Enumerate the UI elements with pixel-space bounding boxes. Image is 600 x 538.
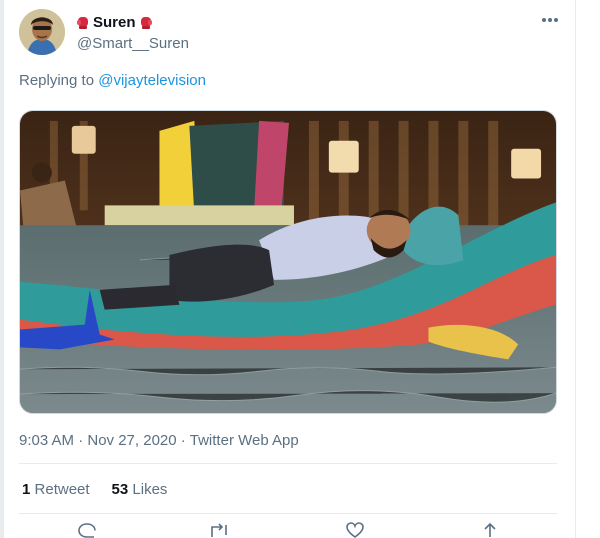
timeline-border	[575, 0, 576, 538]
photo-illustration	[20, 111, 556, 413]
tweet-timestamp[interactable]: 9:03 AM · Nov 27, 2020 ·	[19, 432, 186, 449]
retweets-count: 1	[22, 481, 31, 498]
like-icon[interactable]	[344, 521, 366, 538]
tweet-stats: 1 Retweet 53 Likes	[22, 481, 167, 498]
retweets-stat[interactable]: 1 Retweet	[22, 481, 90, 498]
author-display-name[interactable]: Suren	[93, 14, 136, 31]
likes-stat[interactable]: 53 Likes	[112, 481, 168, 498]
replying-to: Replying to @vijaytelevision	[19, 72, 206, 89]
boxing-glove-icon	[77, 16, 88, 29]
tweet-action-bar	[0, 521, 600, 538]
boxing-glove-icon	[140, 16, 152, 29]
avatar-image	[19, 9, 65, 55]
share-icon[interactable]	[479, 521, 501, 538]
retweet-icon[interactable]	[208, 521, 230, 538]
reply-icon[interactable]	[76, 521, 98, 538]
avatar[interactable]	[19, 9, 65, 55]
page-left-edge	[0, 0, 4, 538]
replying-to-handle-link[interactable]: @vijaytelevision	[98, 72, 206, 89]
tweet-media-photo[interactable]	[19, 110, 557, 414]
replying-to-prefix: Replying to	[19, 72, 95, 89]
more-options-icon[interactable]	[540, 13, 560, 27]
tweet-source[interactable]: Twitter Web App	[190, 432, 299, 449]
tweet-timestamp-row: 9:03 AM · Nov 27, 2020 · Twitter Web App	[19, 432, 299, 449]
likes-label: Likes	[132, 481, 168, 498]
retweets-label: Retweet	[34, 481, 90, 498]
divider	[19, 463, 557, 464]
author-name-row[interactable]: Suren	[76, 14, 153, 31]
author-handle[interactable]: @Smart__Suren	[77, 35, 189, 52]
likes-count: 53	[111, 481, 129, 498]
divider	[19, 513, 557, 514]
